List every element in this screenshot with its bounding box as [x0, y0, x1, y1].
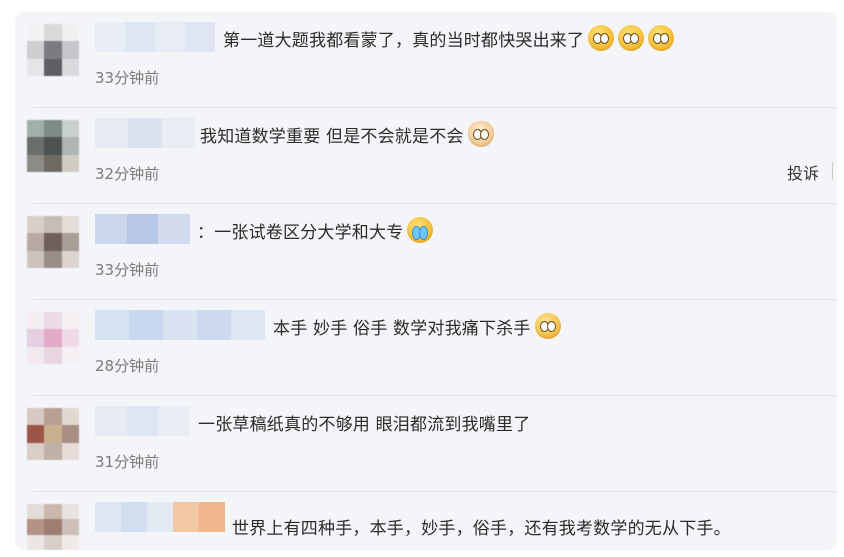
crying-face-icon: [407, 217, 434, 243]
username-blurred[interactable]: [95, 502, 225, 532]
username-blurred[interactable]: [95, 214, 191, 244]
cat-face-icon: [467, 121, 494, 147]
username-blurred[interactable]: [95, 406, 191, 436]
report-link[interactable]: 投诉: [787, 160, 819, 184]
comment-item: 一张草稿纸真的不够用 眼泪都流到我嘴里了 31分钟前: [15, 396, 837, 492]
comment-text: 一张草稿纸真的不够用 眼泪都流到我嘴里了: [198, 414, 531, 435]
comment-time: 31分钟前: [95, 453, 160, 471]
pleading-face-icon: [648, 25, 675, 51]
username-blurred[interactable]: [95, 22, 215, 52]
comment-text-row: 世界上有四种手，本手，妙手，俗手，还有我考数学的无从下手。: [232, 512, 731, 540]
comment-text-row: 一张草稿纸真的不够用 眼泪都流到我嘴里了: [198, 408, 530, 436]
comment-time: 33分钟前: [95, 69, 160, 87]
comment-item: ：一张试卷区分大学和大专 33分钟前: [15, 204, 837, 300]
comment-item: 本手 妙手 俗手 数学对我痛下杀手 28分钟前: [15, 300, 837, 396]
avatar[interactable]: [27, 120, 79, 172]
comment-time: 28分钟前: [95, 357, 160, 375]
report-separator: [832, 162, 833, 180]
pleading-face-icon: [588, 25, 615, 51]
comment-text: ：一张试卷区分大学和大专: [197, 222, 404, 243]
avatar[interactable]: [27, 504, 79, 550]
comment-item: 世界上有四种手，本手，妙手，俗手，还有我考数学的无从下手。: [15, 492, 837, 550]
comment-text: 第一道大题我都看蒙了，真的当时都快哭出来了: [223, 30, 585, 51]
comment-text-row: 本手 妙手 俗手 数学对我痛下杀手: [273, 312, 561, 340]
avatar[interactable]: [27, 408, 79, 460]
avatar[interactable]: [27, 216, 79, 268]
comment-text: 我知道数学重要 但是不会就是不会: [200, 126, 464, 147]
comment-text: 世界上有四种手，本手，妙手，俗手，还有我考数学的无从下手。: [232, 518, 731, 539]
comment-item: 我知道数学重要 但是不会就是不会 32分钟前: [15, 108, 837, 204]
comment-time: 32分钟前: [95, 165, 160, 183]
comment-time: 33分钟前: [95, 261, 160, 279]
comment-text-row: 第一道大题我都看蒙了，真的当时都快哭出来了: [223, 24, 675, 52]
scared-face-icon: [534, 313, 561, 339]
comment-text-row: 我知道数学重要 但是不会就是不会: [200, 120, 494, 148]
username-blurred[interactable]: [95, 310, 265, 340]
username-blurred[interactable]: [95, 118, 195, 148]
avatar[interactable]: [27, 24, 79, 76]
pleading-face-icon: [618, 25, 645, 51]
comment-text: 本手 妙手 俗手 数学对我痛下杀手: [273, 318, 531, 339]
comment-list: 第一道大题我都看蒙了，真的当时都快哭出来了 33分钟前 我知道数学重要 但是不会…: [15, 12, 837, 550]
comment-text-row: ：一张试卷区分大学和大专: [197, 216, 434, 244]
comment-item: 第一道大题我都看蒙了，真的当时都快哭出来了 33分钟前: [15, 12, 837, 108]
avatar[interactable]: [27, 312, 79, 364]
